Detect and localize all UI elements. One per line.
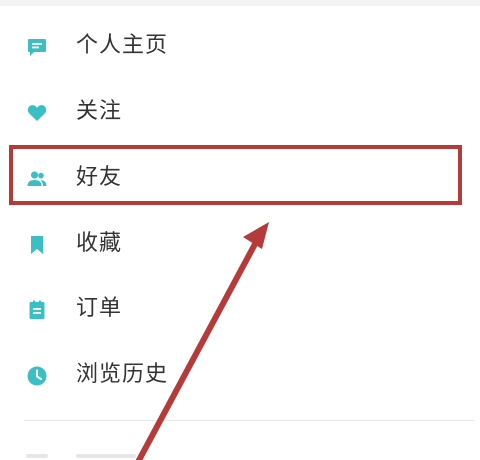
- menu-item-orders[interactable]: 订单: [0, 279, 480, 339]
- heart-icon: [26, 102, 48, 124]
- menu-item-partial: [26, 446, 146, 460]
- menu-item-label: 收藏: [76, 231, 123, 256]
- comment-icon: [26, 36, 48, 58]
- menu-item-label: 个人主页: [76, 33, 169, 58]
- clipboard-icon: [26, 299, 48, 321]
- section-divider: [24, 420, 474, 421]
- menu-item-profile[interactable]: 个人主页: [0, 16, 480, 76]
- app-screen: 个人主页 关注 好友 收藏 订单 浏览历史: [0, 0, 480, 460]
- highlight-box: [9, 145, 462, 205]
- top-divider: [0, 0, 480, 6]
- clock-icon: [26, 365, 48, 387]
- menu-item-collect[interactable]: 收藏: [0, 214, 480, 274]
- menu-item-label: 关注: [76, 99, 123, 124]
- menu-item-history[interactable]: 浏览历史: [0, 345, 480, 405]
- menu-item-label: 浏览历史: [76, 362, 169, 387]
- menu-item-label: 订单: [76, 296, 123, 321]
- menu-item-follow[interactable]: 关注: [0, 82, 480, 142]
- bookmark-icon: [26, 234, 48, 256]
